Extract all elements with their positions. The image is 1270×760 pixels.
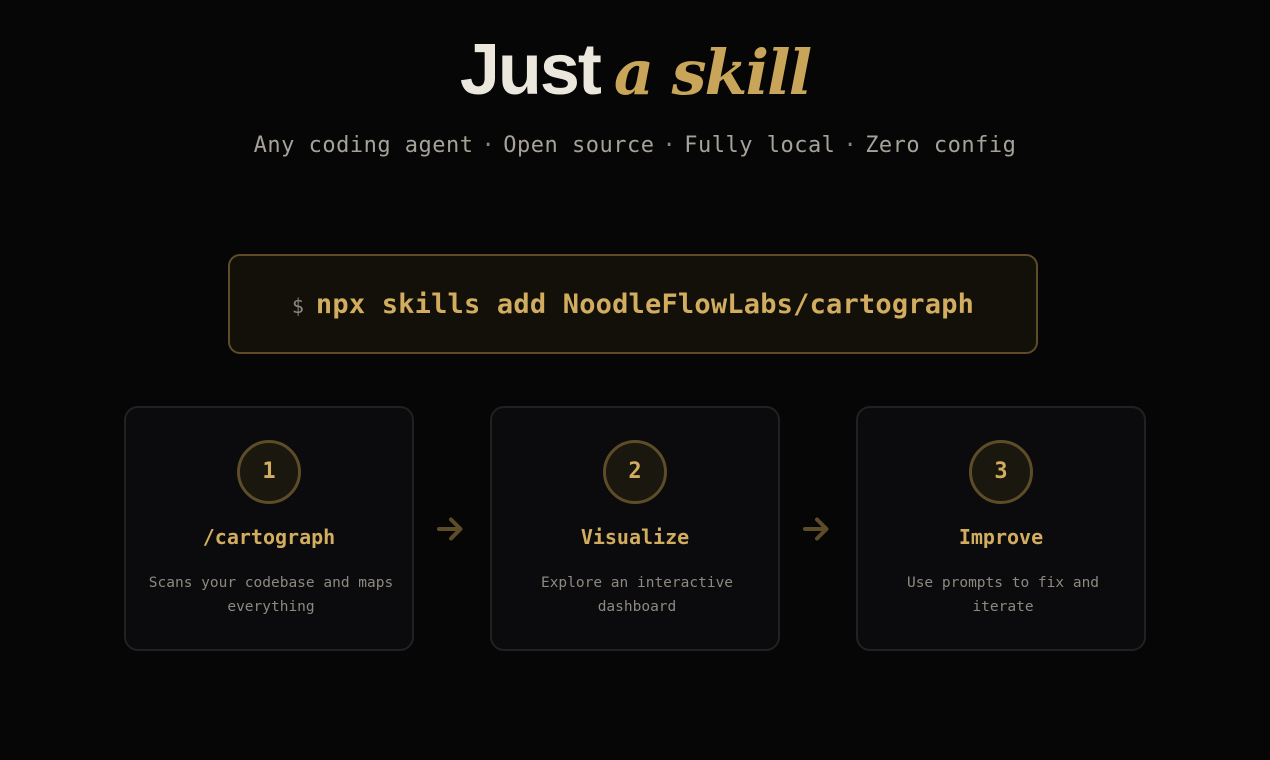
step-description: Use prompts to fix and iterate (906, 575, 1100, 615)
step-title: Visualize (580, 525, 690, 549)
tagline-separator: · (662, 133, 677, 158)
tagline-separator: · (481, 133, 496, 158)
step-description: Explore an interactive dashboard (540, 575, 734, 615)
headline-accent-text: a skill (613, 36, 812, 109)
step-description: Scans your codebase and maps everything (148, 575, 394, 615)
step-title: Improve (958, 525, 1044, 549)
tagline-item-agent: Any coding agent (253, 133, 474, 158)
step-card-visualize: 2 Visualize Explore an interactive dashb… (490, 406, 780, 651)
tagline-separator: · (843, 133, 858, 158)
headline-plain-text: Just (459, 30, 602, 110)
hero-headline: Just a skill (0, 30, 1270, 129)
arrow-right-icon (437, 517, 463, 541)
feature-tagline: Any coding agent · Open source · Fully local… (0, 131, 1270, 161)
install-command-box[interactable]: $ npx skills add NoodleFlowLabs/cartogra… (228, 254, 1038, 354)
tagline-item-zero-config: Zero config (865, 133, 1017, 158)
tagline-item-local: Fully local (684, 133, 836, 158)
step-number-badge: 1 (237, 440, 301, 504)
step-number-badge: 3 (969, 440, 1033, 504)
install-command-text[interactable]: npx skills add NoodleFlowLabs/cartograph (316, 289, 974, 320)
arrow-right-icon (803, 517, 829, 541)
step-title: /cartograph (202, 525, 336, 549)
shell-prompt-symbol: $ (291, 294, 304, 318)
tagline-item-open-source: Open source (503, 133, 655, 158)
step-number-badge: 2 (603, 440, 667, 504)
step-card-improve: 3 Improve Use prompts to fix and iterate (856, 406, 1146, 651)
step-card-scan: 1 /cartograph Scans your codebase and ma… (124, 406, 414, 651)
